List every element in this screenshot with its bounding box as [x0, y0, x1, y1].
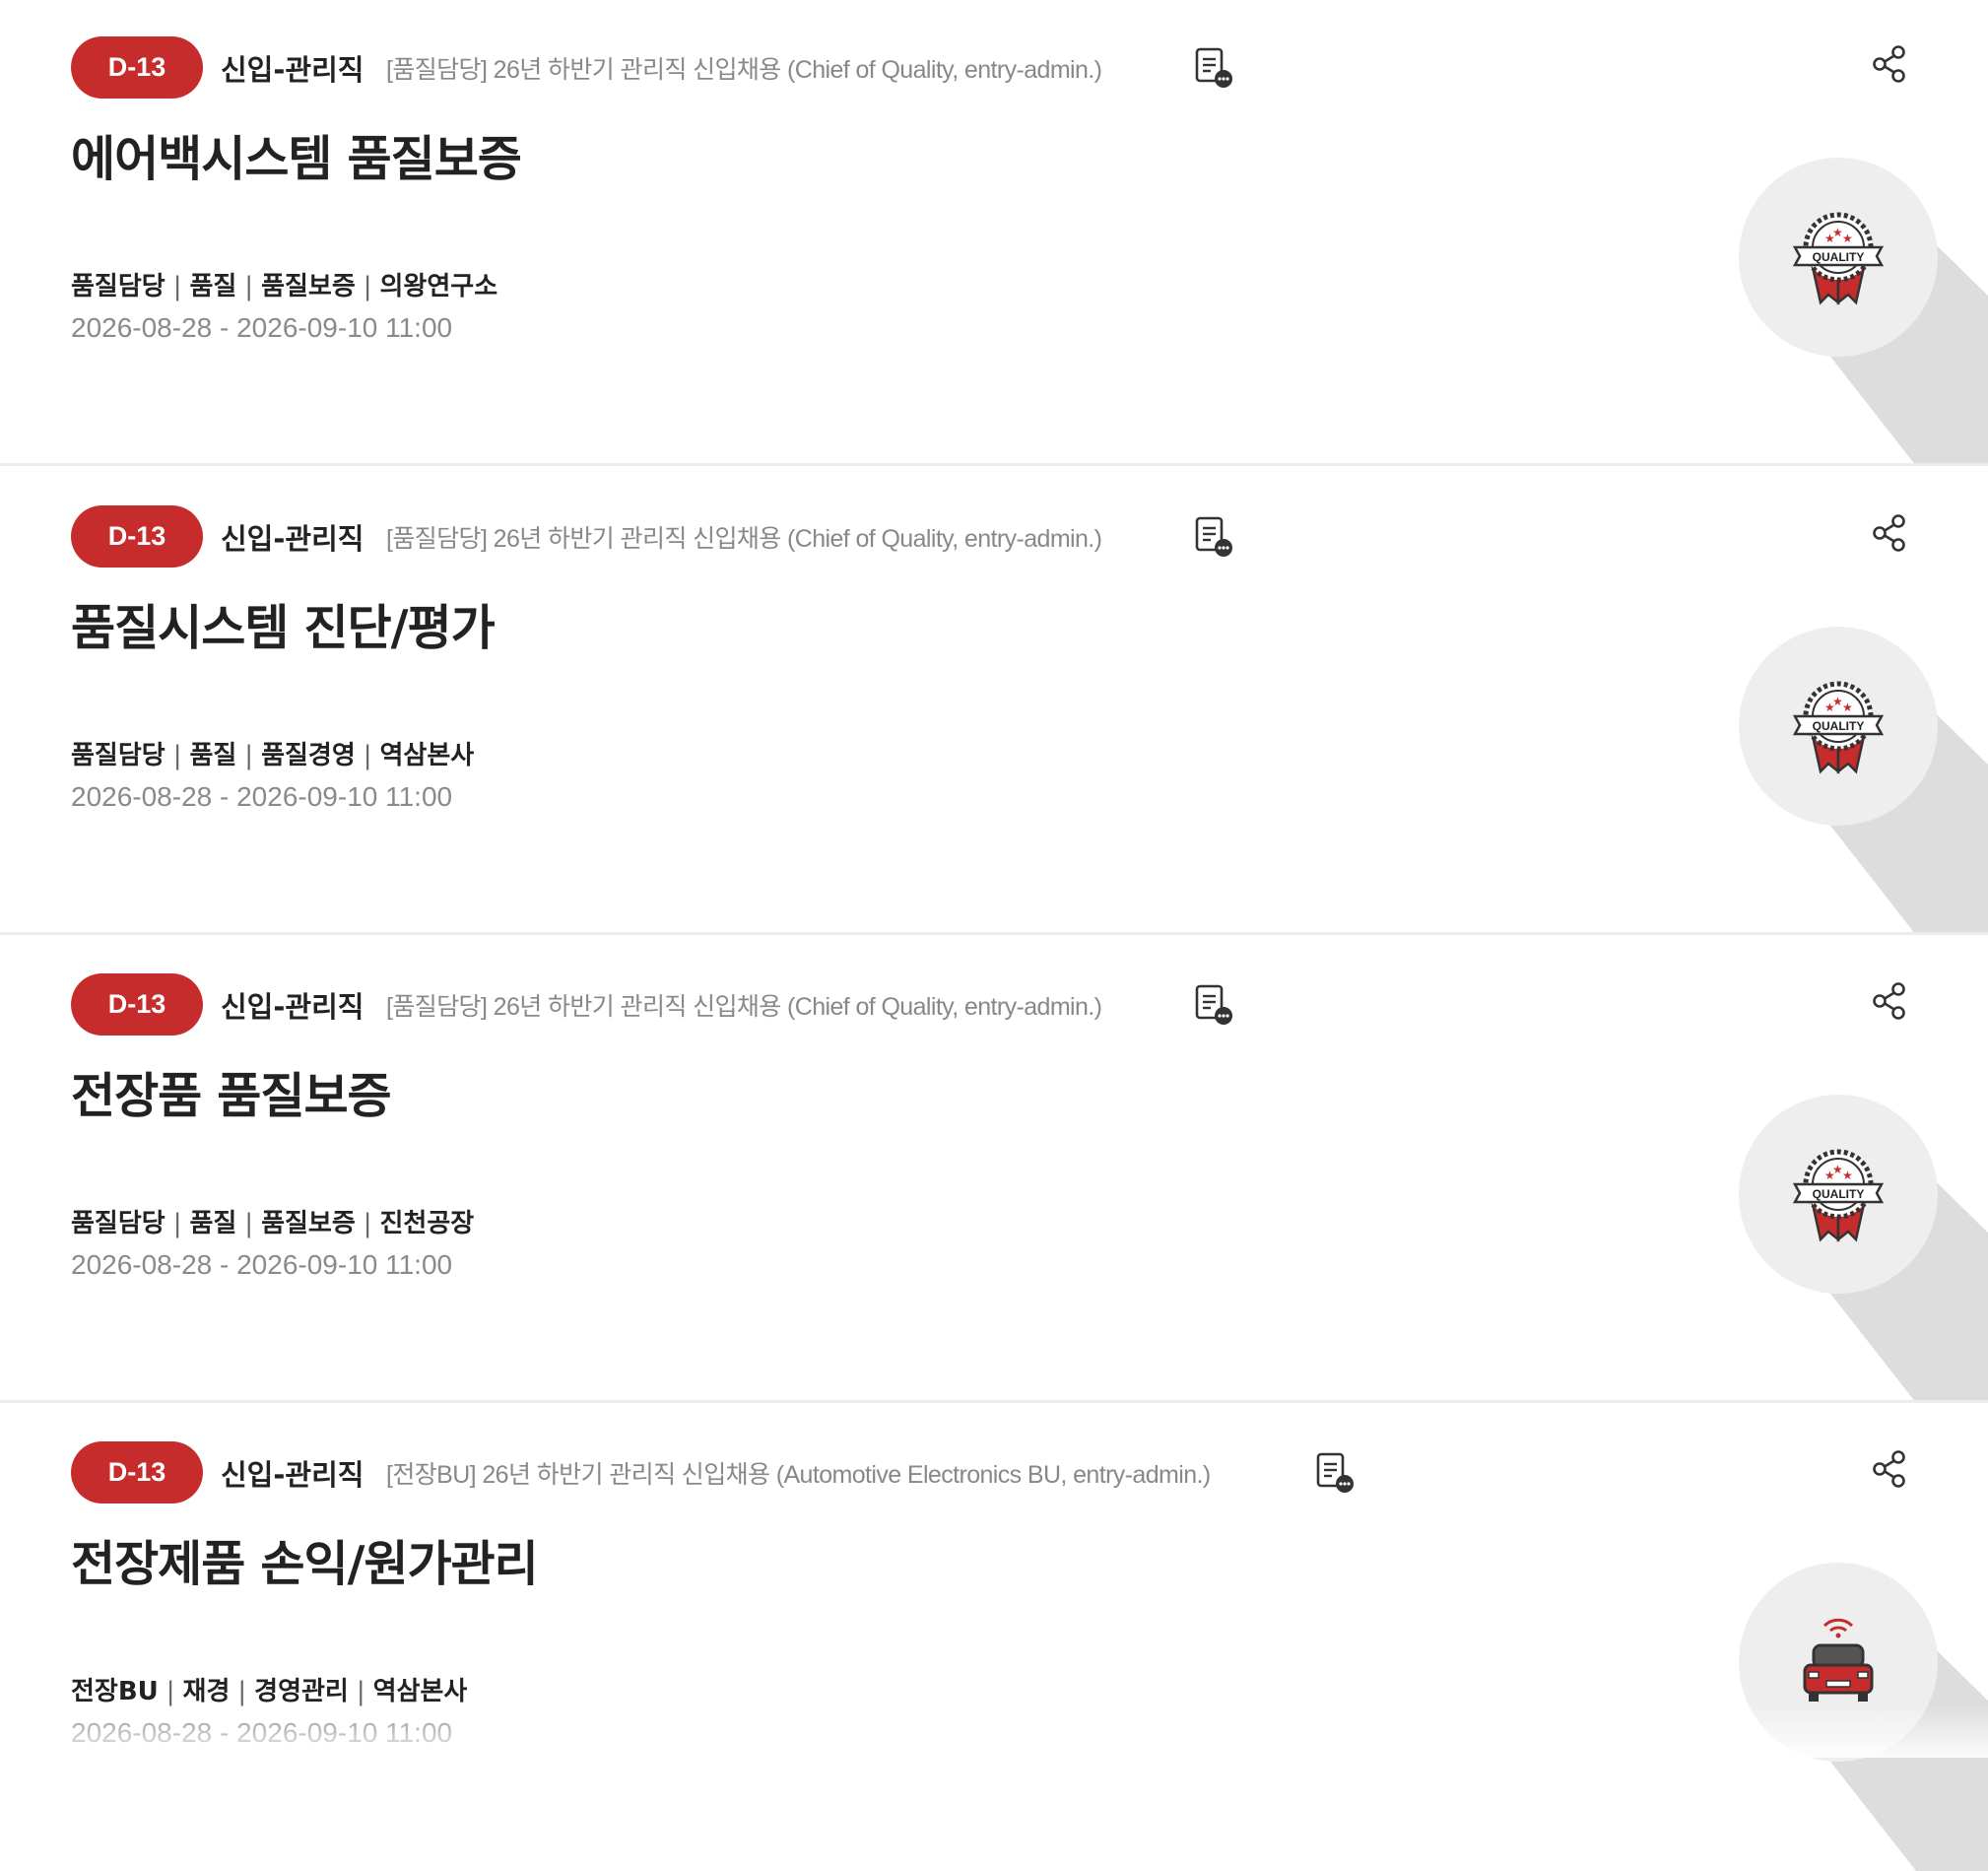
tag: 품질보증: [261, 272, 356, 301]
quality-badge-text: QUALITY: [1813, 1187, 1865, 1201]
d-day-badge: D-13: [71, 1441, 203, 1503]
tag-separator: |: [172, 741, 182, 770]
tag: 경영관리: [254, 1677, 349, 1706]
quality-badge-text: QUALITY: [1813, 719, 1865, 733]
d-day-badge: D-13: [71, 36, 203, 99]
tag: 품질담당: [71, 1209, 166, 1238]
job-tags: 품질담당 | 품질 | 품질보증 | 진천공장: [71, 1203, 474, 1239]
document-icon[interactable]: [1315, 1452, 1355, 1494]
tag: 진천공장: [379, 1209, 475, 1238]
document-icon[interactable]: [1194, 47, 1233, 89]
employment-type: 신입-관리직: [221, 990, 364, 1024]
svg-text:★: ★: [1842, 701, 1853, 714]
employment-type: 신입-관리직: [221, 522, 364, 556]
tag-separator: |: [363, 272, 372, 301]
tag: 재경: [182, 1677, 231, 1706]
svg-text:★: ★: [1842, 1169, 1853, 1182]
notice-title[interactable]: [품질담당] 26년 하반기 관리직 신입채용 (Chief of Qualit…: [386, 519, 1102, 555]
notice-title[interactable]: [전장BU] 26년 하반기 관리직 신입채용 (Automotive Elec…: [386, 1455, 1211, 1491]
job-title[interactable]: 전장제품 손익/원가관리: [71, 1525, 539, 1595]
tag: 품질: [189, 741, 237, 770]
tag-separator: |: [244, 741, 254, 770]
job-title[interactable]: 에어백시스템 품질보증: [71, 120, 522, 190]
quality-badge-icon: ★ ★ ★ QUALITY: [1739, 627, 1988, 932]
svg-text:★: ★: [1842, 232, 1853, 245]
tag-separator: |: [172, 1209, 182, 1238]
tag-separator: |: [356, 1677, 365, 1706]
job-tags: 품질담당 | 품질 | 품질보증 | 의왕연구소: [71, 266, 497, 302]
tag: 역삼본사: [379, 741, 475, 770]
tag: 품질담당: [71, 272, 166, 301]
tag: 품질: [189, 272, 237, 301]
job-title[interactable]: 전장품 품질보증: [71, 1057, 392, 1127]
job-card[interactable]: D-13 신입-관리직 [품질담당] 26년 하반기 관리직 신입채용 (Chi…: [0, 0, 1988, 466]
tag-separator: |: [363, 741, 372, 770]
tag-separator: |: [237, 1677, 247, 1706]
employment-type: 신입-관리직: [221, 1458, 364, 1492]
application-period: 2026-08-28 - 2026-09-10 11:00: [71, 1717, 453, 1748]
tag-separator: |: [244, 1209, 254, 1238]
tag: 품질보증: [261, 1209, 356, 1238]
job-tags: 전장BU | 재경 | 경영관리 | 역삼본사: [71, 1671, 467, 1707]
document-icon[interactable]: [1194, 516, 1233, 558]
tag: 품질: [189, 1209, 237, 1238]
connected-car-icon: [1739, 1563, 1988, 1871]
d-day-badge: D-13: [71, 505, 203, 568]
application-period: 2026-08-28 - 2026-09-10 11:00: [71, 781, 453, 812]
job-card[interactable]: D-13 신입-관리직 [품질담당] 26년 하반기 관리직 신입채용 (Chi…: [0, 937, 1988, 1403]
job-card[interactable]: D-13 신입-관리직 [품질담당] 26년 하반기 관리직 신입채용 (Chi…: [0, 469, 1988, 935]
tag-separator: |: [244, 272, 254, 301]
tag: 품질경영: [261, 741, 356, 770]
job-title[interactable]: 품질시스템 진단/평가: [71, 589, 496, 659]
application-period: 2026-08-28 - 2026-09-10 11:00: [71, 1249, 453, 1280]
tag: 역삼본사: [372, 1677, 468, 1706]
document-icon[interactable]: [1194, 984, 1233, 1026]
job-card[interactable]: D-13 신입-관리직 [전장BU] 26년 하반기 관리직 신입채용 (Aut…: [0, 1405, 1988, 1871]
tag: 전장BU: [71, 1677, 159, 1706]
share-icon[interactable]: [1870, 43, 1909, 85]
tag-separator: |: [172, 272, 182, 301]
employment-type: 신입-관리직: [221, 53, 364, 87]
quality-badge-icon: ★ ★ ★ QUALITY: [1739, 1095, 1988, 1400]
quality-badge-icon: ★ ★ ★ QUALITY: [1739, 158, 1988, 463]
application-period: 2026-08-28 - 2026-09-10 11:00: [71, 312, 453, 343]
notice-title[interactable]: [품질담당] 26년 하반기 관리직 신입채용 (Chief of Qualit…: [386, 50, 1102, 86]
share-icon[interactable]: [1870, 512, 1909, 554]
share-icon[interactable]: [1870, 1448, 1909, 1490]
share-icon[interactable]: [1870, 980, 1909, 1022]
notice-title[interactable]: [품질담당] 26년 하반기 관리직 신입채용 (Chief of Qualit…: [386, 987, 1102, 1023]
job-tags: 품질담당 | 품질 | 품질경영 | 역삼본사: [71, 735, 474, 771]
d-day-badge: D-13: [71, 973, 203, 1036]
tag: 의왕연구소: [379, 272, 498, 301]
quality-badge-text: QUALITY: [1813, 250, 1865, 264]
tag-separator: |: [363, 1209, 372, 1238]
tag: 품질담당: [71, 741, 166, 770]
tag-separator: |: [166, 1677, 175, 1706]
